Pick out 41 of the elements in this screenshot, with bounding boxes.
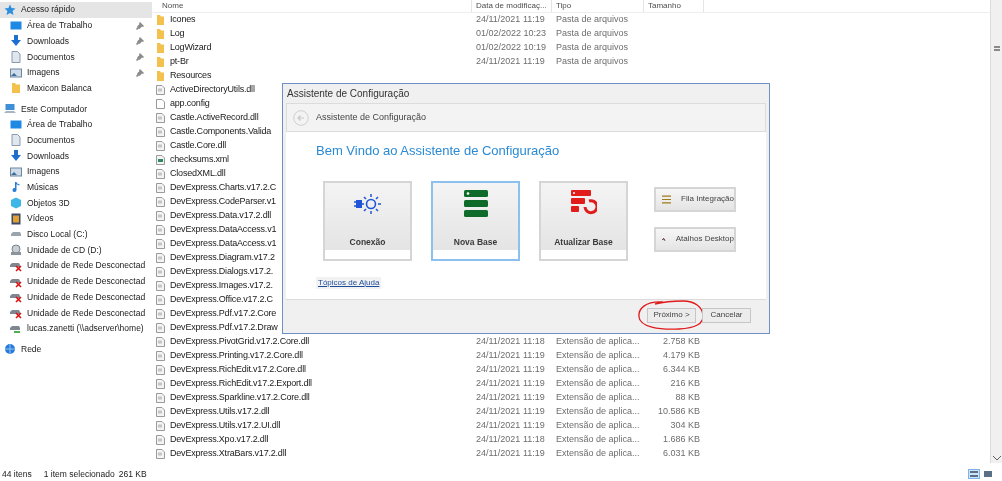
- file-type: Extensão de aplica...: [555, 419, 641, 433]
- file-type: Extensão de aplica...: [555, 349, 641, 363]
- file-type: Pasta de arquivos: [555, 55, 630, 69]
- selection-info: 1 item selecionado: [43, 467, 115, 481]
- file-type: Pasta de arquivos: [555, 13, 630, 27]
- item-count: 44 itens: [2, 467, 32, 481]
- file-type: Extensão de aplica...: [555, 405, 641, 419]
- modified-date: 24/11/2021 11:19: [475, 349, 546, 363]
- file-type: Pasta de arquivos: [555, 27, 630, 41]
- modified-date: 24/11/2021 11:19: [475, 55, 546, 69]
- file-size: 4.179 KB: [661, 349, 701, 363]
- modified-date: 24/11/2021 11:19: [475, 405, 546, 419]
- file-size: 2.758 KB: [661, 335, 701, 349]
- selection-size: 261 KB: [118, 467, 147, 481]
- file-type: Extensão de aplica...: [555, 363, 641, 377]
- modified-date: 24/11/2021 11:19: [475, 391, 546, 405]
- file-size: 304 KB: [669, 419, 701, 433]
- modified-date: 24/11/2021 11:19: [475, 447, 546, 461]
- welcome-heading: Bem Vindo ao Assistente de Configuração: [316, 142, 561, 160]
- file-size: 6.031 KB: [661, 447, 701, 461]
- file-size: 10.586 KB: [656, 405, 701, 419]
- file-size: 216 KB: [669, 377, 701, 391]
- modified-date: 24/11/2021 11:18: [475, 335, 546, 349]
- file-type: Extensão de aplica...: [555, 335, 641, 349]
- modified-date: 24/11/2021 11:19: [475, 419, 546, 433]
- wizard-header-title: Assistente de Configuração: [316, 110, 427, 124]
- file-size: 6.344 KB: [661, 363, 701, 377]
- file-size: 1.686 KB: [661, 433, 701, 447]
- file-size: 88 KB: [674, 391, 701, 405]
- dialog-title: Assistente de Configuração: [286, 87, 411, 101]
- modified-date: 24/11/2021 11:19: [475, 377, 546, 391]
- modified-date: 24/11/2021 11:18: [475, 433, 546, 447]
- modified-date: 24/11/2021 11:19: [475, 363, 546, 377]
- modified-date: 01/02/2022 10:19: [475, 41, 548, 55]
- modified-date: 24/11/2021 11:19: [475, 13, 546, 27]
- file-type: Pasta de arquivos: [555, 41, 630, 55]
- file-type: Extensão de aplica...: [555, 391, 641, 405]
- file-type: Extensão de aplica...: [555, 377, 641, 391]
- file-type: Extensão de aplica...: [555, 433, 641, 447]
- file-type: Extensão de aplica...: [555, 447, 641, 461]
- modified-date: 01/02/2022 10:23: [475, 27, 548, 41]
